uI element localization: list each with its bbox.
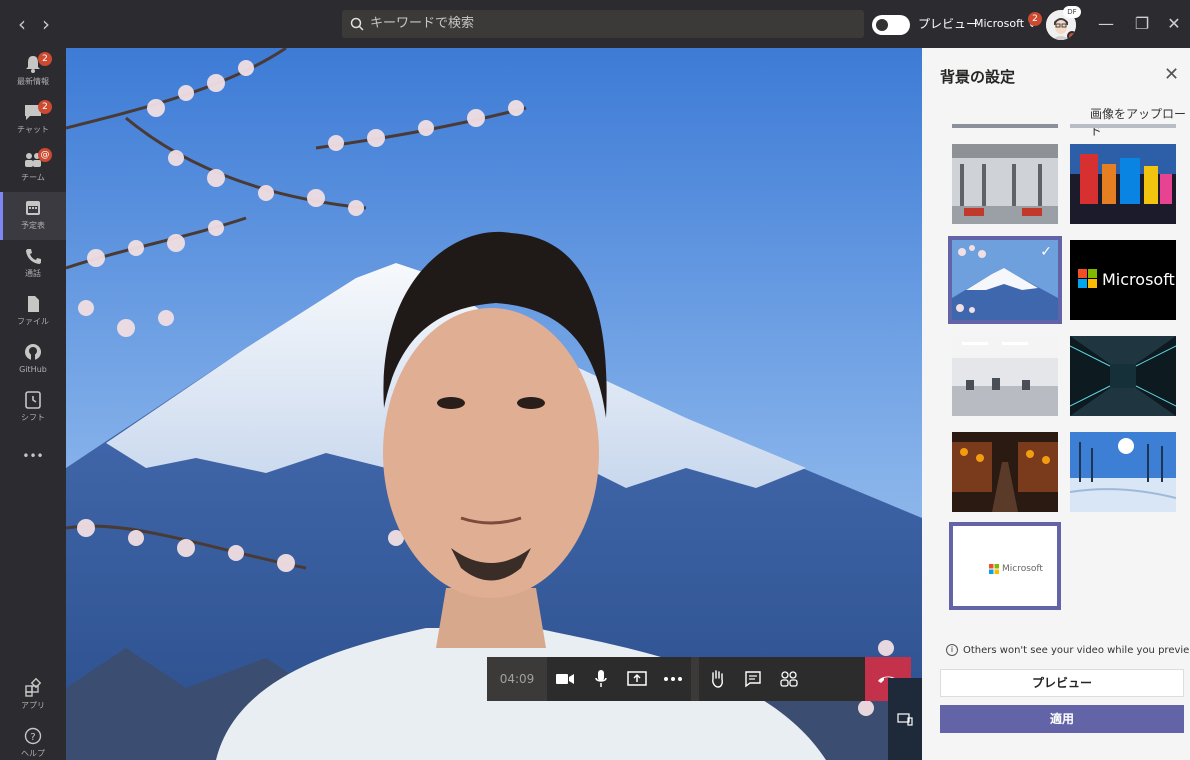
rail-item-calls[interactable]: 通話: [0, 240, 66, 288]
call-timer: 04:09: [487, 657, 547, 701]
rail-item-activity[interactable]: 2 最新情報: [0, 48, 66, 96]
background-tile-microsoft-logo[interactable]: Microsoft: [1070, 240, 1176, 320]
app-rail: 2 最新情報 2 チャット @ チーム 予定表 通話 ファイル GitHub シ…: [0, 48, 66, 760]
rail-item-apps[interactable]: アプリ: [0, 672, 66, 720]
calendar-icon: [26, 201, 40, 215]
preview-toggle-label: プレビュー: [918, 17, 979, 31]
rail-item-label: アプリ: [21, 701, 45, 710]
search-icon: [350, 17, 364, 31]
uploaded-logo-text: Microsoft: [1002, 564, 1043, 574]
camera-icon: [556, 674, 574, 684]
more-apps-icon[interactable]: •••: [0, 444, 66, 468]
rail-item-calendar[interactable]: 予定表: [0, 192, 66, 240]
rail-item-shifts[interactable]: シフト: [0, 384, 66, 432]
rail-item-label: GitHub: [19, 365, 47, 374]
rail-item-label: チーム: [21, 173, 45, 182]
share-screen-icon: [627, 671, 647, 686]
rail-item-label: チャット: [17, 125, 49, 134]
microsoft-logo-icon: [989, 564, 999, 574]
rail-item-label: 通話: [25, 269, 41, 278]
avatar-initials: DF: [1063, 6, 1081, 18]
preview-button[interactable]: プレビュー: [940, 669, 1184, 697]
background-tile-snow-forest[interactable]: [1070, 432, 1176, 512]
upload-image-link[interactable]: 画像をアップロード: [1090, 105, 1190, 139]
github-icon: [25, 344, 41, 360]
apply-button[interactable]: 適用: [940, 705, 1184, 733]
rail-badge: 2: [38, 52, 52, 66]
rail-item-github[interactable]: GitHub: [0, 336, 66, 384]
raise-hand-button[interactable]: [699, 657, 735, 701]
participants-icon: [780, 671, 798, 687]
toggle-knob: [876, 19, 888, 31]
uploaded-logo: Microsoft: [989, 564, 1043, 574]
help-icon: ?: [24, 727, 42, 745]
search-placeholder: キーワードで検索: [370, 16, 475, 31]
tile-partial: [952, 124, 1058, 128]
close-window-icon[interactable]: ✕: [1162, 12, 1186, 36]
back-arrow-icon[interactable]: ‹: [12, 12, 32, 36]
org-name: Microsoft: [974, 17, 1025, 30]
camera-button[interactable]: [547, 657, 583, 701]
toolbar-divider: [691, 657, 699, 701]
rail-item-label: シフト: [21, 413, 45, 422]
tile-partial: [1070, 124, 1176, 128]
title-bar: ‹ › キーワードで検索 プレビュー Microsoft ⌄ 2 DF: [0, 0, 1190, 48]
background-tile-spaceship[interactable]: [1070, 336, 1176, 416]
background-tile-uploaded-microsoft[interactable]: Microsoft: [949, 522, 1061, 610]
background-image-mount-fuji: [66, 48, 922, 760]
share-screen-button[interactable]: [619, 657, 655, 701]
rail-item-label: 最新情報: [17, 77, 49, 86]
preview-toggle[interactable]: [872, 15, 910, 35]
device-settings-button[interactable]: [888, 678, 922, 760]
clock-icon: [25, 391, 41, 409]
background-tile-open-office[interactable]: [952, 336, 1058, 416]
rail-item-help[interactable]: ? ヘルプ: [0, 720, 66, 760]
background-tile-night-street[interactable]: [952, 432, 1058, 512]
background-tile-mount-fuji[interactable]: ✓: [948, 236, 1062, 324]
video-feed: 04:09: [66, 48, 922, 760]
rail-item-label: 予定表: [21, 221, 45, 230]
chat-button[interactable]: [735, 657, 771, 701]
svg-text:?: ?: [30, 732, 35, 743]
preview-info: i Others won't see your video while you …: [946, 644, 1190, 656]
raise-hand-icon: [712, 670, 723, 688]
background-tile-office-interior[interactable]: [952, 144, 1058, 224]
phone-icon: [26, 249, 41, 264]
panel-title: 背景の設定: [940, 68, 1016, 86]
participants-button[interactable]: [771, 657, 807, 701]
background-settings-panel: 背景の設定 ✕ 画像をアップロード ✓ Microsoft Microsoft …: [922, 48, 1190, 760]
rail-item-label: ファイル: [17, 317, 49, 326]
rail-item-label: ヘルプ: [21, 749, 45, 758]
microphone-button[interactable]: [583, 657, 619, 701]
rail-item-chat[interactable]: 2 チャット: [0, 96, 66, 144]
apps-icon: [25, 678, 42, 697]
rail-item-teams[interactable]: @ チーム: [0, 144, 66, 192]
info-text: Others won't see your video while you pr…: [963, 644, 1190, 656]
microphone-icon: [595, 670, 607, 687]
search-input[interactable]: キーワードで検索: [342, 10, 864, 38]
org-notification-badge: 2: [1028, 12, 1042, 26]
background-tile-city-signs[interactable]: [1070, 144, 1176, 224]
rail-item-files[interactable]: ファイル: [0, 288, 66, 336]
more-options-button[interactable]: [655, 657, 691, 701]
teams-window: ‹ › キーワードで検索 プレビュー Microsoft ⌄ 2 DF: [0, 0, 1190, 760]
forward-arrow-icon[interactable]: ›: [36, 12, 56, 36]
presence-status-icon: [1067, 31, 1076, 40]
info-icon: i: [946, 644, 958, 656]
chat-bubble-icon: [745, 671, 761, 688]
selected-check-icon: ✓: [1040, 244, 1052, 260]
rail-badge: @: [38, 148, 52, 162]
microsoft-logo-text: Microsoft: [1102, 270, 1175, 289]
restore-icon[interactable]: ❐: [1130, 12, 1154, 36]
device-settings-icon: [897, 713, 913, 726]
more-options-icon: [664, 677, 682, 681]
rail-badge: 2: [38, 100, 52, 114]
minimize-icon[interactable]: —: [1094, 12, 1118, 36]
close-icon[interactable]: ✕: [1164, 64, 1179, 85]
file-icon: [28, 296, 39, 312]
call-control-bar: 04:09: [487, 657, 911, 701]
